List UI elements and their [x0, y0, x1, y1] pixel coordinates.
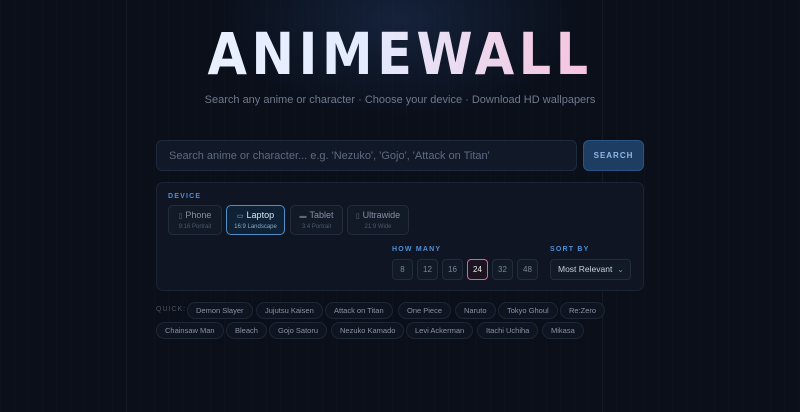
device-ratio: 9:16 Portrait: [178, 224, 212, 230]
quick-chip[interactable]: Itachi Uchiha: [477, 322, 539, 339]
laptop-icon: ▭: [236, 213, 244, 220]
quick-chip[interactable]: Levi Ackerman: [406, 322, 474, 339]
how-many-label: HOW MANY: [392, 246, 442, 253]
device-ratio: 16:9 Landscape: [234, 224, 277, 230]
device-name: Ultrawide: [362, 210, 401, 220]
chevron-down-icon: ⌄: [617, 265, 624, 274]
device-label: DEVICE: [168, 193, 202, 200]
device-name: Laptop: [246, 210, 275, 220]
count-option-8[interactable]: 8: [392, 259, 413, 280]
quick-chip[interactable]: Nezuko Kamado: [331, 322, 405, 339]
tagline: Search any anime or character · Choose y…: [204, 94, 596, 106]
device-name: Tablet: [309, 210, 334, 220]
count-option-24[interactable]: 24: [467, 259, 488, 280]
quick-chip[interactable]: Attack on Titan: [325, 302, 393, 319]
quick-chip[interactable]: Re:Zero: [560, 302, 606, 319]
search-button[interactable]: SEARCH: [583, 140, 644, 171]
quick-chip[interactable]: Chainsaw Man: [156, 322, 224, 339]
quick-chip[interactable]: One Piece: [398, 302, 452, 319]
device-name: Phone: [185, 210, 212, 220]
sort-label: SORT BY: [550, 246, 590, 253]
quick-chip[interactable]: Jujutsu Kaisen: [256, 302, 323, 319]
phone-icon: ▯: [178, 213, 183, 220]
count-option-16[interactable]: 16: [442, 259, 463, 280]
sort-value: Most Relevant: [558, 264, 613, 274]
device-ratio: 3:4 Portrait: [301, 224, 332, 230]
quick-chip[interactable]: Bleach: [226, 322, 267, 339]
device-ratio: 21:9 Wide: [364, 224, 392, 230]
device-option-ultrawide[interactable]: ▯ Ultrawide 21:9 Wide: [347, 205, 409, 235]
device-option-laptop[interactable]: ▭ Laptop 16:9 Landscape: [226, 205, 285, 235]
count-option-48[interactable]: 48: [517, 259, 538, 280]
quick-chip[interactable]: Demon Slayer: [187, 302, 253, 319]
count-option-12[interactable]: 12: [417, 259, 438, 280]
quick-chip[interactable]: Mikasa: [542, 322, 584, 339]
sort-select[interactable]: Most Relevant ⌄: [550, 259, 631, 280]
quick-label: QUICK:: [156, 306, 187, 313]
quick-chip[interactable]: Naruto: [455, 302, 496, 319]
device-option-phone[interactable]: ▯ Phone 9:16 Portrait: [168, 205, 222, 235]
logo: ANIMEWALL: [48, 22, 752, 86]
quick-chip[interactable]: Gojo Satoru: [269, 322, 328, 339]
search-input[interactable]: [156, 140, 577, 171]
device-option-tablet[interactable]: ▬ Tablet 3:4 Portrait: [290, 205, 343, 235]
tablet-icon: ▬: [299, 213, 307, 220]
count-option-32[interactable]: 32: [492, 259, 513, 280]
monitor-icon: ▯: [355, 213, 360, 220]
quick-chip[interactable]: Tokyo Ghoul: [498, 302, 558, 319]
